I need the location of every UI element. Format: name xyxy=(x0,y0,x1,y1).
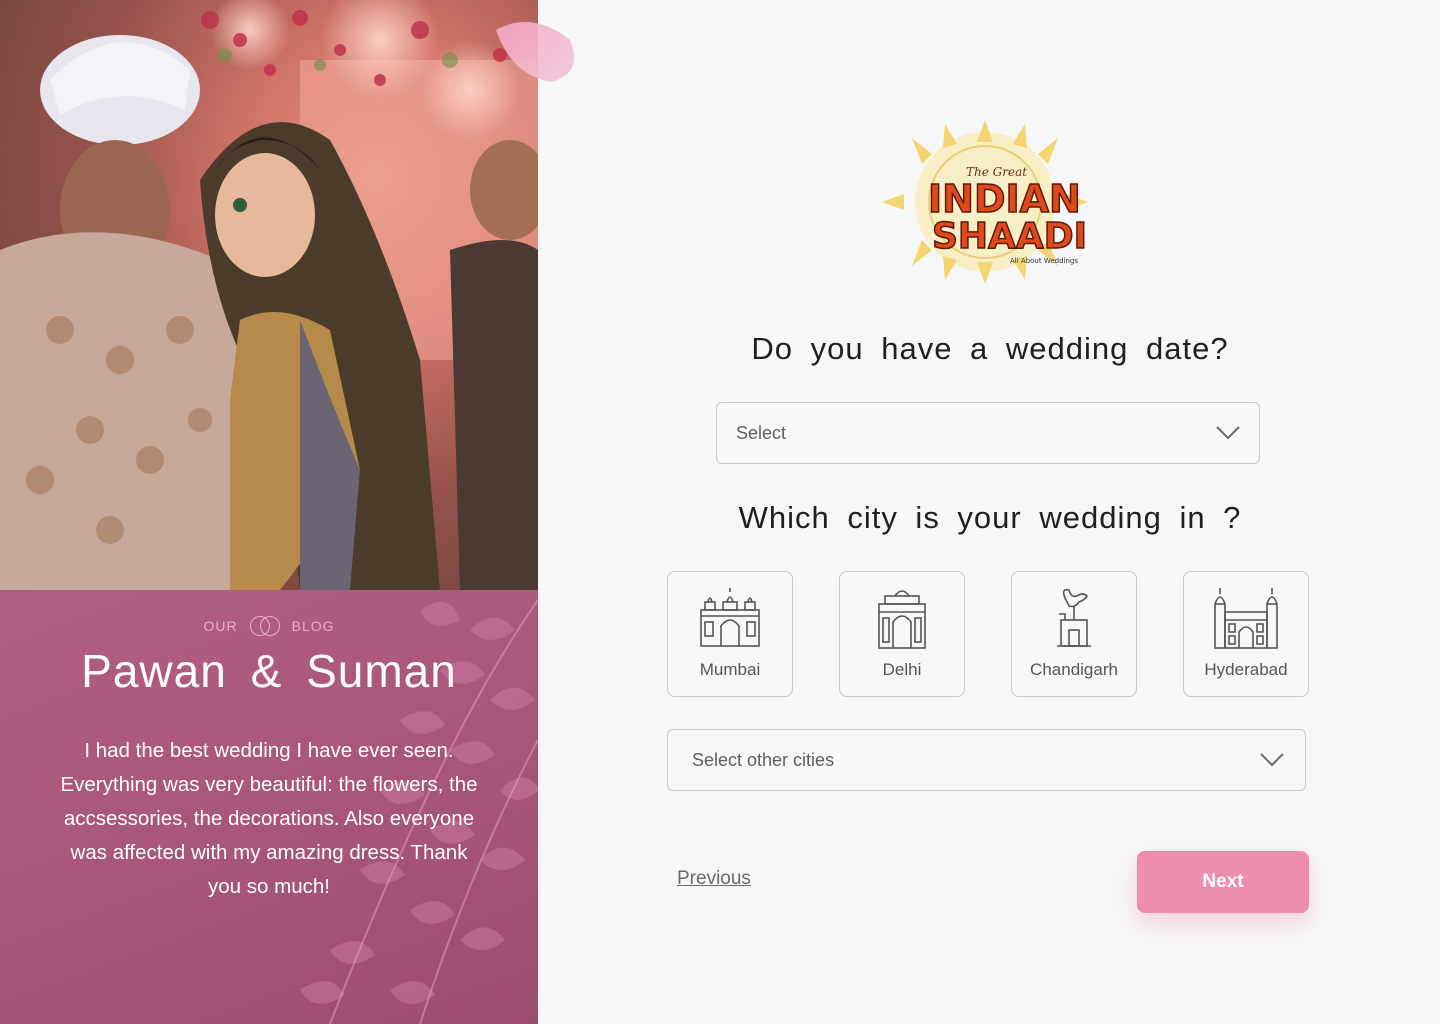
gateway-of-india-icon xyxy=(700,588,760,647)
wedding-photo xyxy=(0,0,538,590)
chevron-down-icon xyxy=(1260,753,1284,767)
city-label-hyderabad: Hyderabad xyxy=(1204,660,1288,679)
testimonial-quote: I had the best wedding I have ever seen.… xyxy=(60,739,478,898)
wedding-date-select-value: Select xyxy=(736,422,787,443)
city-label-delhi: Delhi xyxy=(882,660,922,679)
charminar-icon xyxy=(1214,588,1278,649)
petal-decoration xyxy=(496,22,575,82)
city-card-delhi[interactable]: Delhi xyxy=(839,571,965,697)
city-label-mumbai: Mumbai xyxy=(699,660,761,679)
city-label-chandigarh: Chandigarh xyxy=(1030,660,1118,679)
wedding-date-question: Do you have a wedding date? xyxy=(751,331,1229,366)
wedding-date-select[interactable]: Select xyxy=(716,402,1260,464)
wedding-city-question: Which city is your wedding in ? xyxy=(738,500,1242,535)
logo-line3: SHAADI xyxy=(932,216,1087,257)
testimonial-panel: OUR BLOG Pawan & Suman I had the best we… xyxy=(0,0,538,1024)
next-button[interactable]: Next xyxy=(1137,851,1309,913)
blog-label-left: OUR xyxy=(203,618,238,634)
chevron-down-icon xyxy=(1216,426,1240,440)
city-card-chandigarh[interactable]: Chandigarh xyxy=(1011,571,1137,697)
india-gate-icon xyxy=(878,590,926,649)
couple-name: Pawan & Suman xyxy=(81,645,457,697)
blog-testimonial: OUR BLOG Pawan & Suman I had the best we… xyxy=(0,590,538,1024)
blog-label-right: BLOG xyxy=(291,618,335,634)
logo-line2: INDIAN xyxy=(928,177,1081,221)
rings-icon xyxy=(249,616,280,636)
other-cities-select-value: Select other cities xyxy=(692,749,835,770)
logo-tagline: All About Weddings xyxy=(1010,257,1078,265)
other-cities-select[interactable]: Select other cities xyxy=(667,729,1306,791)
previous-link[interactable]: Previous xyxy=(677,868,751,890)
city-card-hyderabad[interactable]: Hyderabad xyxy=(1183,571,1309,697)
blog-label: OUR BLOG xyxy=(0,616,538,636)
city-card-mumbai[interactable]: Mumbai xyxy=(667,571,793,697)
brand-logo: The Great INDIAN SHAADI All About Weddin… xyxy=(880,118,1090,286)
open-hand-monument-icon xyxy=(1057,588,1091,647)
